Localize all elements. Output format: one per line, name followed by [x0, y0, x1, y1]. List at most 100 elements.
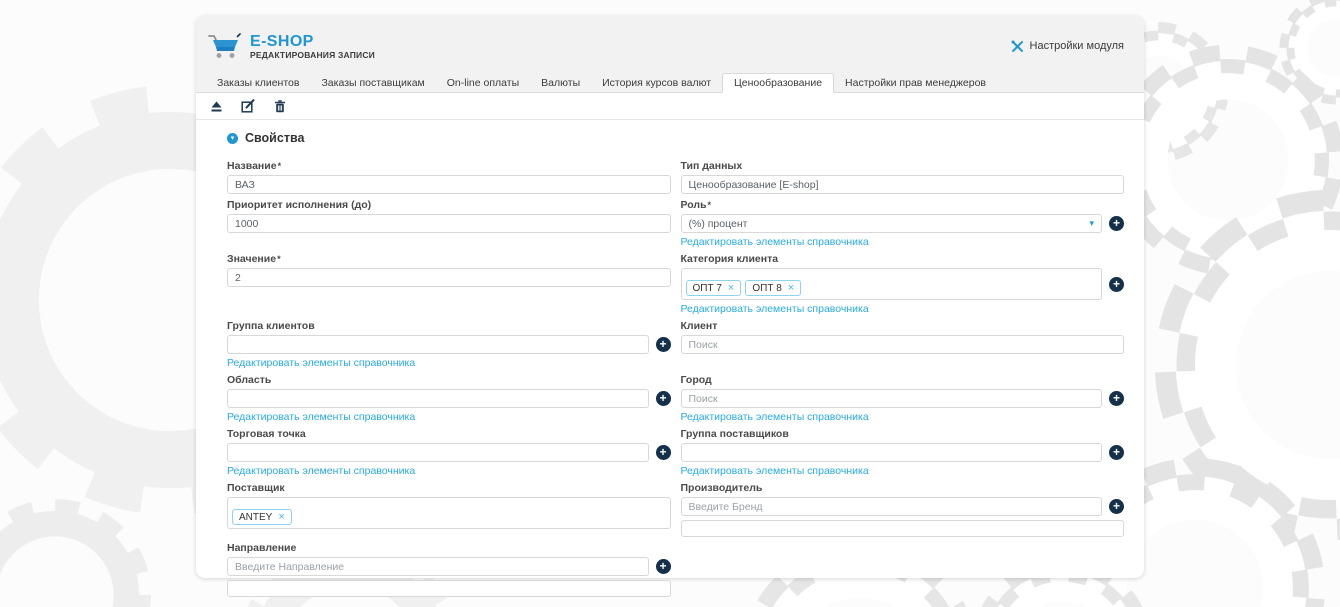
field-supplier-group: Группа поставщиков + Редактировать элемент… — [680, 428, 1124, 477]
field-role-select[interactable]: (%) процент ▾ — [680, 214, 1102, 233]
field-client-group-add-button[interactable]: + — [655, 337, 671, 352]
tab-supplier-orders[interactable]: Заказы поставщикам — [310, 74, 435, 92]
field-client-input[interactable] — [680, 335, 1124, 354]
field-direction-tags-area[interactable] — [227, 580, 671, 597]
shopping-cart-icon — [208, 33, 241, 58]
field-role-add-button[interactable]: + — [1109, 216, 1124, 231]
tag: ANTEY × — [232, 509, 292, 525]
field-role-edit-link[interactable]: Редактировать элементы справочника — [681, 236, 869, 248]
tab-currency-history[interactable]: История курсов валют — [591, 74, 722, 92]
tag: ОПТ 7 × — [685, 280, 742, 296]
chevron-down-icon: ▾ — [1089, 218, 1094, 228]
field-region: Область + Редактировать элементы справочни… — [227, 374, 671, 423]
field-supplier-group-add-button[interactable]: + — [1109, 445, 1124, 460]
tools-icon — [1010, 39, 1023, 52]
field-city-input[interactable] — [680, 389, 1102, 408]
app-name: E-SHOP — [250, 32, 314, 50]
section-collapse-icon[interactable]: ▾ — [227, 132, 238, 144]
section-properties: ▾ Свойства — [227, 131, 1124, 145]
field-region-label: Область — [227, 374, 272, 386]
field-supplier: Поставщик ANTEY × — [227, 482, 671, 529]
field-priority: Приоритет исполнения (до) — [227, 199, 671, 233]
field-client-category: Категория клиента ОПТ 7 × ОПТ 8 × + Редактиров… — [680, 253, 1124, 315]
field-manufacturer-label: Производитель — [680, 482, 763, 494]
eject-icon — [211, 101, 221, 111]
module-window: E-SHOP РЕДАКТИРОВАНИЯ ЗАПИСИ Настройки м… — [196, 16, 1144, 597]
field-supplier-group-label: Группа поставщиков — [680, 428, 789, 440]
field-client-category-add-button[interactable]: + — [1109, 276, 1124, 292]
field-role-label: Роль — [681, 199, 1125, 211]
field-supplier-group-input[interactable] — [680, 443, 1102, 462]
edit-button[interactable] — [241, 99, 255, 113]
field-name-input[interactable] — [227, 175, 671, 194]
tab-pricing[interactable]: Ценообразование — [722, 73, 835, 93]
field-data-type-input[interactable] — [680, 175, 1124, 194]
field-manufacturer-tags-area[interactable] — [680, 520, 1124, 537]
remove-tag-icon[interactable]: × — [278, 512, 284, 523]
tab-bar: Заказы клиентов Заказы поставщикам On-line… — [196, 73, 1144, 93]
field-value-input[interactable] — [227, 268, 671, 287]
field-data-type: Тип данных — [680, 160, 1124, 194]
field-value-label: Значение — [227, 253, 671, 265]
tab-currencies[interactable]: Валюты — [530, 74, 591, 92]
field-client-group-edit-link[interactable]: Редактировать элементы справочника — [227, 357, 415, 369]
logo: E-SHOP РЕДАКТИРОВАНИЯ ЗАПИСИ — [207, 32, 375, 60]
eject-button[interactable] — [209, 99, 223, 113]
tag-label: ОПТ 8 — [752, 282, 782, 294]
field-priority-input[interactable] — [227, 214, 671, 233]
remove-tag-icon[interactable]: × — [788, 283, 794, 294]
edit-pencil-icon — [241, 99, 255, 113]
field-direction-add-button[interactable]: + — [655, 559, 671, 574]
field-client: Клиент — [680, 320, 1124, 354]
field-client-group-input[interactable] — [227, 335, 649, 354]
tab-client-orders[interactable]: Заказы клиентов — [206, 74, 310, 92]
field-region-input[interactable] — [227, 389, 649, 408]
field-city-add-button[interactable]: + — [1109, 391, 1124, 406]
tab-manager-rights[interactable]: Настройки прав менеджеров — [834, 74, 997, 92]
module-settings-button[interactable]: Настройки модуля — [1010, 39, 1124, 53]
page-title: РЕДАКТИРОВАНИЯ ЗАПИСИ — [250, 49, 375, 60]
field-supplier-tagbox[interactable]: ANTEY × — [227, 497, 671, 529]
field-sales-point-input[interactable] — [227, 443, 649, 462]
field-supplier-label: Поставщик — [227, 482, 285, 494]
field-manufacturer-input[interactable] — [680, 497, 1102, 516]
logo-text: E-SHOP РЕДАКТИРОВАНИЯ ЗАПИСИ — [250, 33, 375, 60]
field-name-label: Название — [227, 160, 671, 172]
tag-label: ОПТ 7 — [692, 282, 722, 294]
field-city-edit-link[interactable]: Редактировать элементы справочника — [681, 411, 869, 423]
field-sales-point: Торговая точка + Редактировать элементы сп… — [227, 428, 671, 477]
tab-online-payments[interactable]: On-line оплаты — [436, 74, 530, 92]
section-title: Свойства — [245, 131, 305, 145]
field-client-category-edit-link[interactable]: Редактировать элементы справочника — [681, 303, 869, 315]
field-sales-point-add-button[interactable]: + — [655, 445, 671, 460]
field-role-selected-value: (%) процент — [688, 217, 748, 230]
field-direction-input[interactable] — [227, 557, 649, 576]
field-data-type-label: Тип данных — [680, 160, 743, 172]
field-client-category-tagbox[interactable]: ОПТ 7 × ОПТ 8 × — [680, 268, 1102, 300]
field-priority-label: Приоритет исполнения (до) — [227, 199, 372, 211]
field-name: Название — [227, 160, 671, 194]
field-value: Значение — [227, 253, 671, 287]
field-supplier-group-edit-link[interactable]: Редактировать элементы справочника — [681, 465, 869, 477]
properties-form: Название Приоритет исполнения (до) Значени… — [227, 160, 1124, 602]
field-manufacturer: Производитель + — [680, 482, 1124, 537]
field-sales-point-edit-link[interactable]: Редактировать элементы справочника — [227, 465, 415, 477]
field-region-edit-link[interactable]: Редактировать элементы справочника — [227, 411, 415, 423]
field-manufacturer-add-button[interactable]: + — [1109, 499, 1124, 514]
toolbar — [196, 93, 1144, 120]
tag: ОПТ 8 × — [745, 280, 802, 296]
tag-label: ANTEY — [239, 511, 273, 523]
field-region-add-button[interactable]: + — [655, 391, 671, 406]
delete-button[interactable] — [273, 99, 287, 113]
field-role: Роль (%) процент ▾ + Редактировать элементы … — [680, 199, 1125, 248]
field-city: Город + Редактировать элементы справочника — [680, 374, 1124, 423]
field-client-category-label: Категория клиента — [680, 253, 779, 265]
form-content: ▾ Свойства Название Приоритет исполнения … — [196, 120, 1144, 602]
field-direction-label: Направление — [227, 542, 297, 554]
module-header: E-SHOP РЕДАКТИРОВАНИЯ ЗАПИСИ Настройки м… — [196, 16, 1144, 76]
remove-tag-icon[interactable]: × — [728, 283, 734, 294]
field-direction: Направление + — [227, 542, 671, 597]
field-client-label: Клиент — [680, 320, 718, 332]
field-client-group-label: Группа клиентов — [227, 320, 315, 332]
trash-icon — [275, 99, 285, 112]
